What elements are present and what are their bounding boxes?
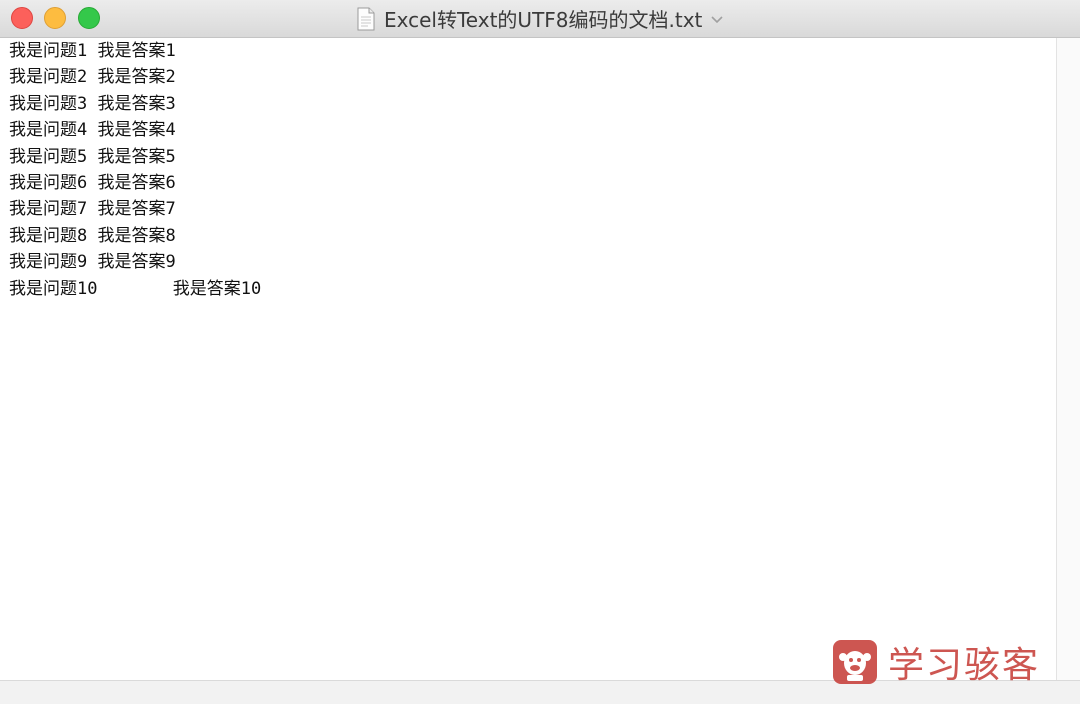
text-line: 我是问题8 我是答案8 xyxy=(9,225,176,246)
text-line: 我是问题1 我是答案1 xyxy=(9,41,176,61)
chevron-down-icon[interactable] xyxy=(710,15,724,25)
watermark-text: 学习骇客 xyxy=(888,645,1041,686)
watermark: 学习骇客 xyxy=(832,638,1040,686)
text-line: 我是问题4 我是答案4 xyxy=(9,120,176,141)
text-line: 我是问题5 我是答案5 xyxy=(9,146,176,167)
document-icon xyxy=(357,7,375,30)
vertical-scrollbar[interactable] xyxy=(1056,38,1080,680)
minimize-button[interactable] xyxy=(44,7,66,29)
text-line: 我是问题9 我是答案9 xyxy=(9,252,176,273)
close-button[interactable] xyxy=(11,7,33,29)
monkey-logo-icon xyxy=(833,640,877,684)
text-line: 我是问题10 我是答案10 xyxy=(9,278,262,299)
zoom-button[interactable] xyxy=(78,7,100,29)
document-text: 我是问题1 我是答案1 我是问题2 我是答案2 我是问题3 我是答案3 我是问题4 我… xyxy=(0,38,1056,302)
window-title-group[interactable]: Excel转Text的UTF8编码的文档.txt xyxy=(356,0,724,37)
text-line: 我是问题3 我是答案3 xyxy=(9,93,176,114)
text-line: 我是问题7 我是答案7 xyxy=(9,199,176,220)
window-title: Excel转Text的UTF8编码的文档.txt xyxy=(384,8,703,32)
text-line: 我是问题2 我是答案2 xyxy=(9,67,176,88)
text-area[interactable]: 我是问题1 我是答案1 我是问题2 我是答案2 我是问题3 我是答案3 我是问题4 我… xyxy=(0,38,1056,680)
text-line: 我是问题6 我是答案6 xyxy=(9,172,176,193)
title-bar[interactable]: Excel转Text的UTF8编码的文档.txt xyxy=(0,0,1080,38)
text-editor-window: Excel转Text的UTF8编码的文档.txt 我是问题1 我是答案1 我是问题… xyxy=(0,0,1080,704)
